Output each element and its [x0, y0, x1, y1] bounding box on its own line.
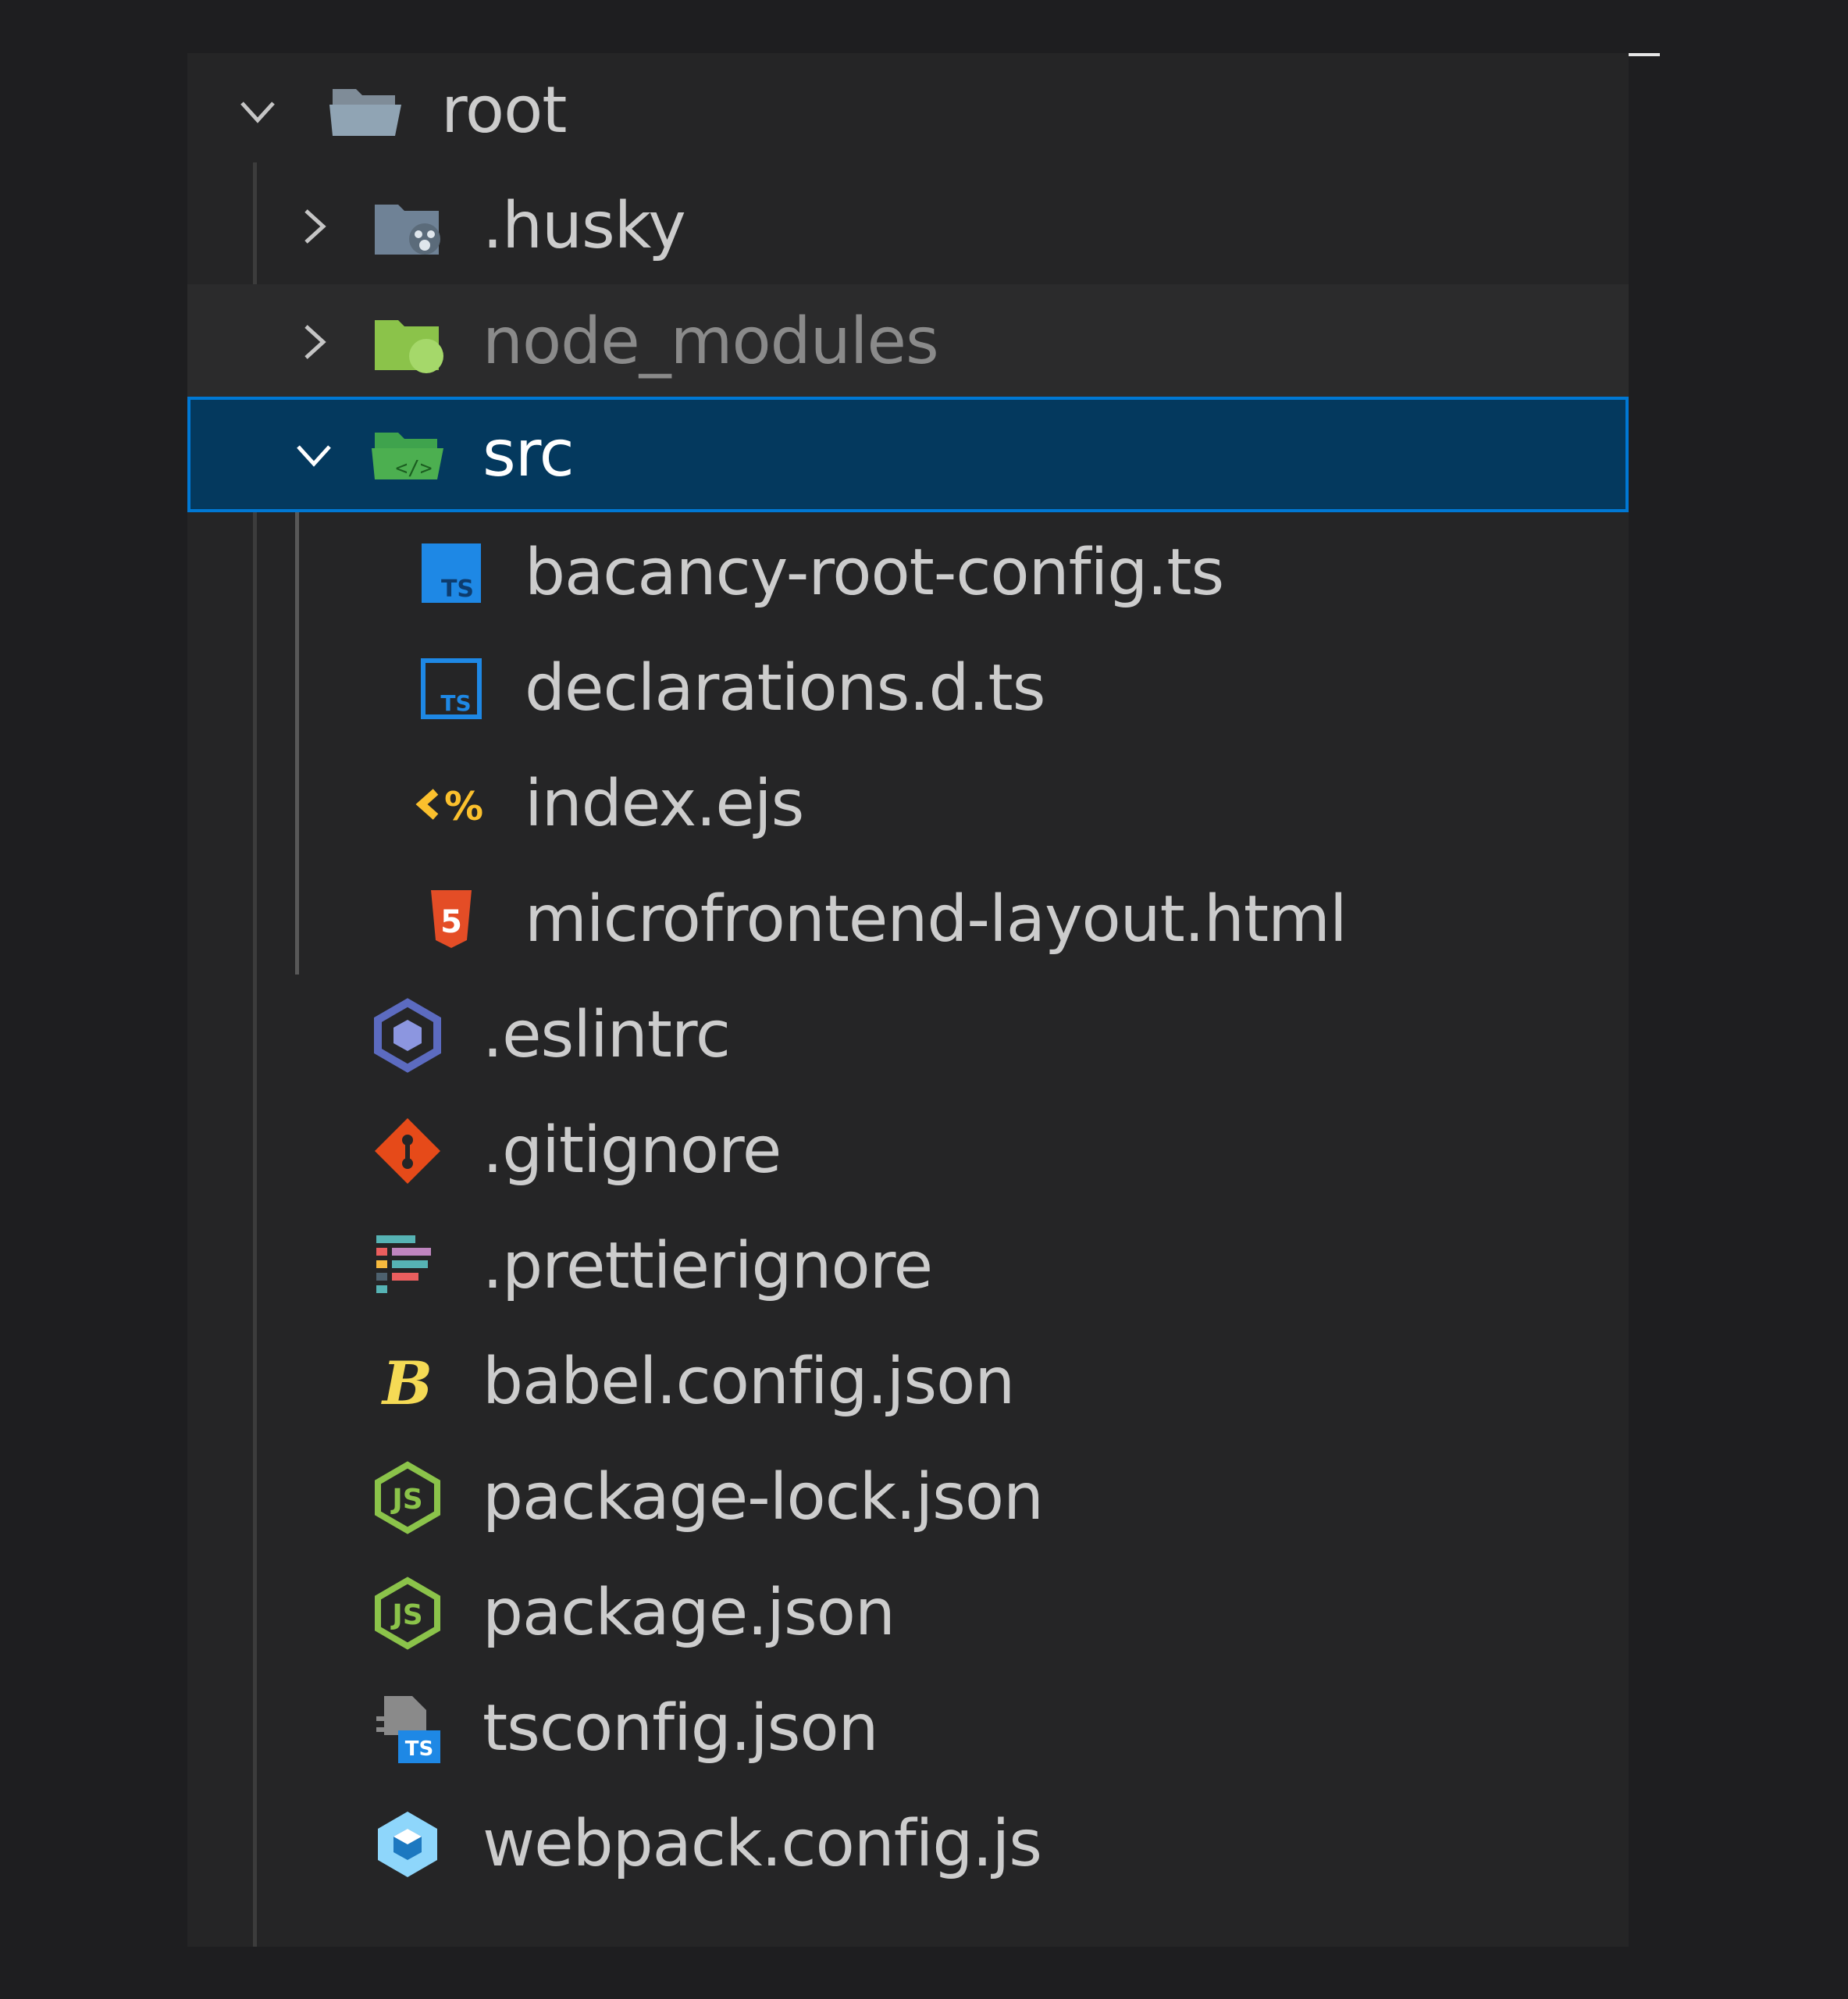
nodejs-icon: JS [369, 1459, 447, 1537]
tree-item-label: .husky [482, 189, 686, 263]
tree-item-label: index.ejs [525, 767, 804, 841]
svg-text:5: 5 [440, 904, 462, 940]
typescript-def-icon: TS [412, 650, 490, 728]
tree-item-microfrontend-layout[interactable]: 5 microfrontend-layout.html [187, 862, 1629, 978]
tree-item-src[interactable]: </> src [187, 397, 1629, 512]
ejs-icon: % [412, 765, 490, 843]
husky-folder-icon [369, 187, 447, 265]
tree-item-declarations[interactable]: TS declarations.d.ts [187, 631, 1629, 747]
tree-item-babel-config[interactable]: B babel.config.json [187, 1324, 1629, 1440]
tree-item-label: microfrontend-layout.html [525, 882, 1348, 957]
tree-item-prettierignore[interactable]: .prettierignore [187, 1209, 1629, 1324]
webpack-icon [369, 1805, 447, 1883]
chevron-down-icon[interactable] [234, 87, 281, 134]
tree-item-label: root [441, 73, 567, 148]
tree-item-label: tsconfig.json [482, 1691, 879, 1766]
svg-text:JS: JS [390, 1599, 422, 1631]
tree-item-label: src [482, 417, 575, 491]
tree-item-label: bacancy-root-config.ts [525, 536, 1224, 610]
tree-item-label: .prettierignore [482, 1229, 933, 1303]
tree-item-label: .eslintrc [482, 998, 731, 1072]
node-folder-icon [369, 303, 447, 381]
tree-item-label: package-lock.json [482, 1460, 1044, 1534]
chevron-right-icon[interactable] [290, 203, 337, 250]
tree-item-root[interactable]: root [187, 53, 1629, 169]
tree-item-partial[interactable] [187, 1927, 1629, 1947]
tree-item-tsconfig[interactable]: TS tsconfig.json [187, 1671, 1629, 1787]
svg-text:</>: </> [396, 457, 433, 480]
tree-item-label: package.json [482, 1576, 896, 1650]
tree-item-gitignore[interactable]: .gitignore [187, 1093, 1629, 1209]
tree-item-label: babel.config.json [482, 1345, 1015, 1419]
tree-item-package-json[interactable]: JS package.json [187, 1555, 1629, 1671]
tree-item-node-modules[interactable]: node_modules [187, 284, 1629, 400]
file-explorer-tree: root .husky node_modules </> src TS baca… [187, 53, 1629, 1947]
svg-text:TS: TS [440, 690, 471, 716]
chevron-down-icon[interactable] [290, 431, 337, 478]
tree-item-label: .gitignore [482, 1114, 782, 1188]
tree-item-webpack-config[interactable]: webpack.config.js [187, 1787, 1629, 1902]
svg-text:B: B [381, 1349, 433, 1418]
tsconfig-icon: TS [369, 1690, 447, 1768]
svg-text:TS: TS [405, 1737, 433, 1761]
svg-text:JS: JS [390, 1484, 422, 1516]
tree-item-bacancy-root-config[interactable]: TS bacancy-root-config.ts [187, 515, 1629, 631]
tree-item-label: node_modules [482, 305, 939, 379]
git-icon [369, 1112, 447, 1190]
svg-text:%: % [444, 784, 483, 829]
svg-text:TS: TS [441, 575, 474, 603]
tree-item-husky[interactable]: .husky [187, 169, 1629, 284]
nodejs-icon: JS [369, 1574, 447, 1652]
typescript-icon: TS [412, 534, 490, 612]
tree-item-index-ejs[interactable]: % index.ejs [187, 747, 1629, 862]
eslint-icon [369, 996, 447, 1074]
chevron-right-icon[interactable] [290, 319, 337, 365]
babel-icon: B [369, 1343, 447, 1421]
prettier-icon [369, 1228, 447, 1306]
tree-item-label: webpack.config.js [482, 1807, 1042, 1881]
tree-item-eslintrc[interactable]: .eslintrc [187, 978, 1629, 1093]
folder-open-icon [326, 72, 404, 150]
tree-item-label: declarations.d.ts [525, 651, 1045, 725]
tree-item-package-lock[interactable]: JS package-lock.json [187, 1440, 1629, 1555]
src-folder-icon: </> [369, 415, 447, 494]
html5-icon: 5 [412, 881, 490, 959]
